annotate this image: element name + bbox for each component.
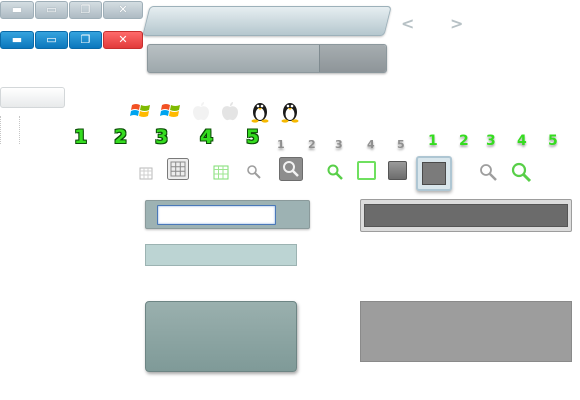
magnifier-icon[interactable] (478, 162, 498, 182)
green-number-4[interactable]: 4 (517, 133, 527, 149)
step-number-3[interactable]: 3 (155, 126, 168, 148)
windows-icon (130, 104, 150, 117)
small-number-5[interactable]: 5 (397, 138, 405, 151)
square-outline-icon[interactable] (357, 161, 376, 180)
close-button-active[interactable]: ✕ (103, 31, 143, 49)
maximize-icon: ▭ (46, 3, 57, 16)
restore-button[interactable]: ❐ (69, 1, 102, 19)
text-input[interactable] (157, 205, 276, 225)
green-number-1[interactable]: 1 (428, 133, 438, 149)
green-number-3[interactable]: 3 (486, 133, 496, 149)
linux-icon (281, 103, 299, 123)
grid-icon[interactable] (167, 158, 189, 180)
step-number-2[interactable]: 2 (114, 126, 127, 148)
restore-icon: ❐ (80, 3, 91, 16)
green-number-5[interactable]: 5 (548, 133, 558, 149)
flat-bar (145, 244, 297, 266)
next-arrow-icon[interactable]: > (450, 14, 463, 33)
blank-button[interactable] (0, 87, 65, 108)
minimize-button-active[interactable]: ▬ (0, 31, 34, 49)
step-number-1[interactable]: 1 (74, 126, 87, 148)
magnifier-icon[interactable] (246, 164, 262, 180)
linux-icon (251, 103, 269, 123)
maximize-button[interactable]: ▭ (35, 1, 68, 19)
restore-icon: ❐ (80, 33, 91, 46)
minimize-icon: ▬ (11, 3, 23, 16)
apple-icon (222, 102, 238, 121)
dark-input-panel (360, 199, 572, 232)
gray-panel (360, 301, 572, 362)
magnifier-icon[interactable] (509, 160, 533, 184)
toolbar-bar-segment (320, 45, 386, 72)
close-button[interactable]: ✕ (103, 1, 143, 19)
small-number-2[interactable]: 2 (308, 138, 316, 151)
apple-icon (193, 102, 209, 121)
toolbar-separator (319, 45, 320, 72)
minimize-icon: ▬ (11, 33, 23, 46)
square-icon[interactable] (388, 161, 407, 180)
teal-panel (145, 301, 297, 372)
toolbar-bar (147, 44, 387, 73)
windows-icon (160, 104, 180, 117)
close-icon: ✕ (118, 33, 128, 46)
green-number-2[interactable]: 2 (459, 133, 469, 149)
calendar-icon[interactable] (139, 166, 153, 180)
magnifier-icon[interactable] (279, 157, 303, 181)
magnifier-icon[interactable] (326, 163, 344, 181)
small-number-1[interactable]: 1 (277, 138, 285, 151)
step-number-5[interactable]: 5 (246, 126, 259, 148)
minimize-button[interactable]: ▬ (0, 1, 34, 19)
maximize-button-active[interactable]: ▭ (35, 31, 68, 49)
prev-arrow-icon[interactable]: < (401, 14, 414, 33)
dark-input-field[interactable] (364, 204, 568, 227)
small-number-4[interactable]: 4 (367, 138, 375, 151)
restore-button-active[interactable]: ❐ (69, 31, 102, 49)
step-number-4[interactable]: 4 (200, 126, 213, 148)
dotted-divider (0, 116, 20, 144)
title-bar (142, 6, 392, 36)
input-panel (145, 200, 310, 229)
maximize-icon: ▭ (46, 33, 57, 46)
calendar-icon[interactable] (213, 164, 229, 180)
close-icon: ✕ (118, 3, 128, 16)
small-number-3[interactable]: 3 (335, 138, 343, 151)
square-selected-icon[interactable] (416, 156, 452, 191)
